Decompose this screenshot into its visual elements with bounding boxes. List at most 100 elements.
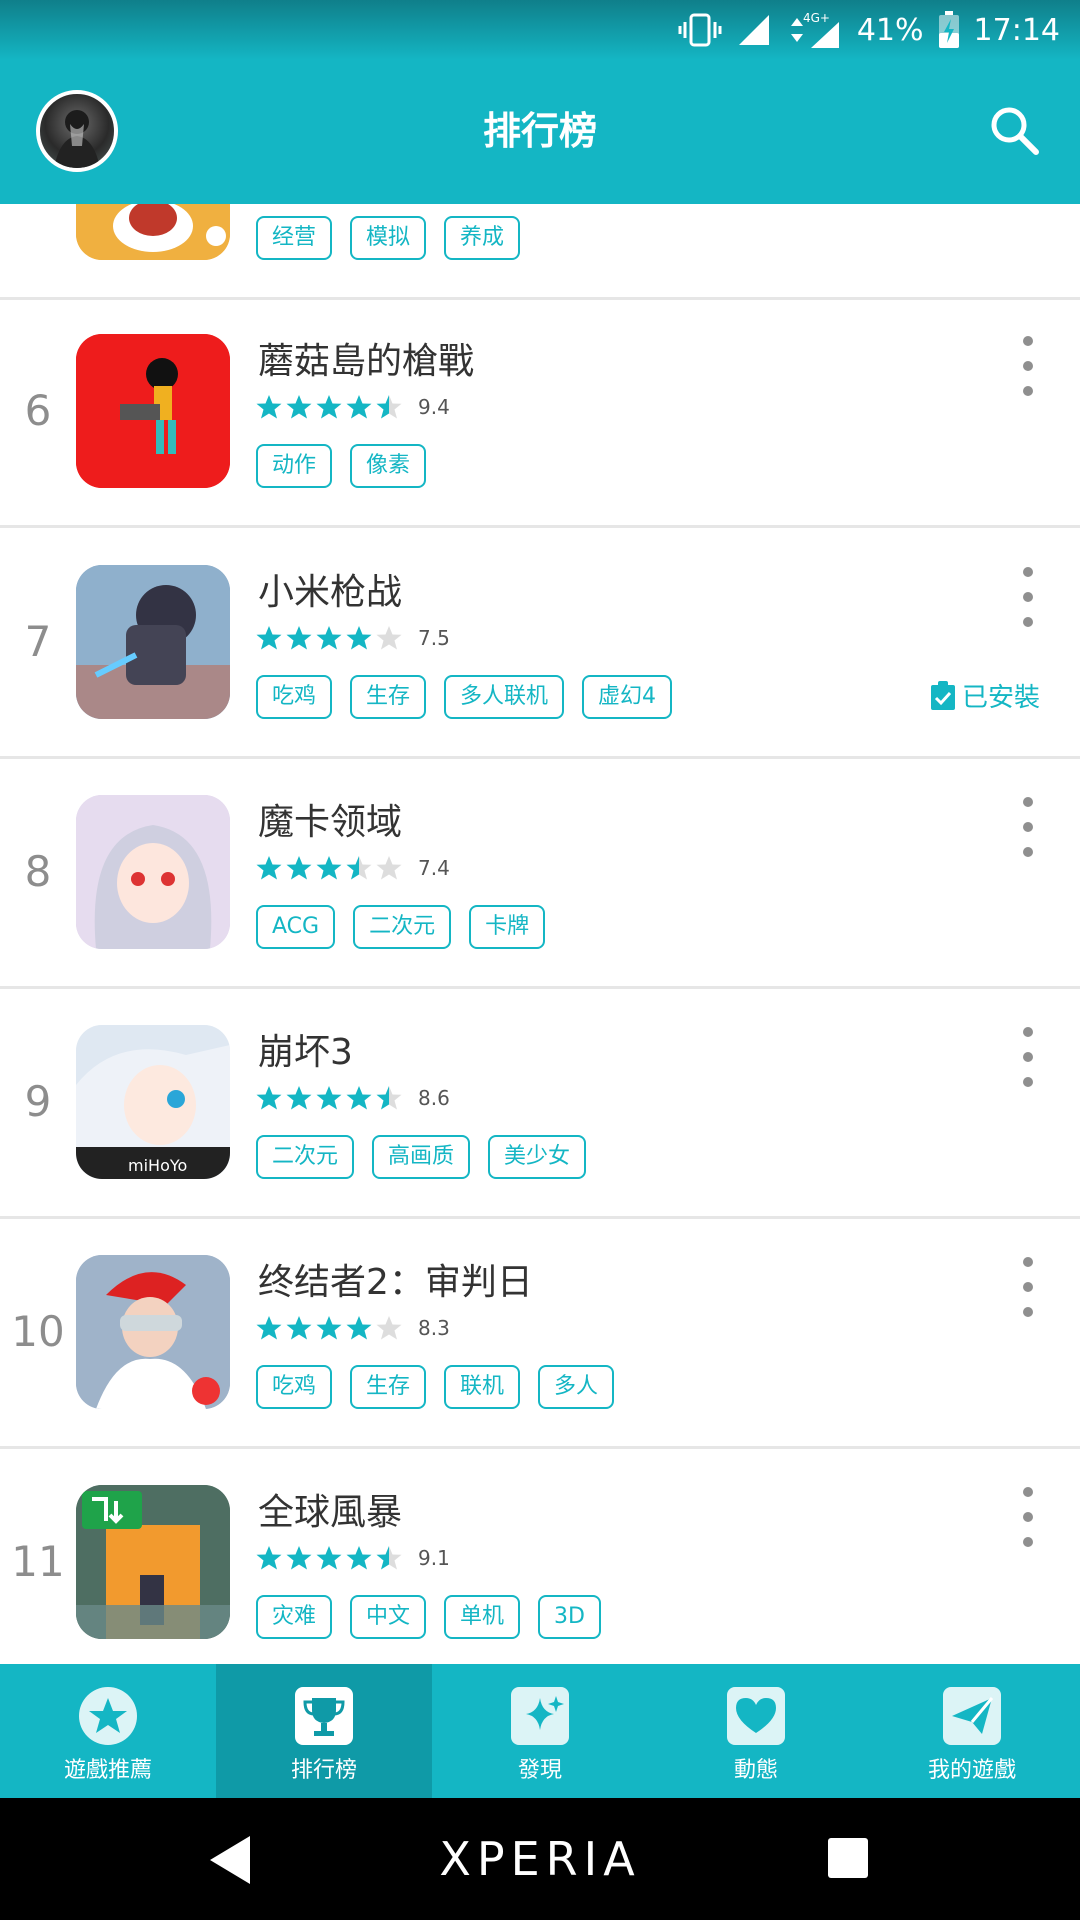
list-item[interactable]: 7 小米枪战 7.5 吃鸡 生存 多人联机 虚幻4 已安裝: [0, 531, 1080, 759]
app-bar: 排行榜: [0, 60, 1080, 204]
more-options-button[interactable]: [1016, 1257, 1040, 1317]
more-options-button[interactable]: [1016, 797, 1040, 857]
network-4g-icon: 4G+: [787, 10, 843, 50]
svg-text:4G+: 4G+: [803, 11, 830, 25]
star-icon: [376, 626, 402, 650]
nav-label: 動態: [733, 1758, 778, 1783]
tag-list: 灾难 中文 单机 3D: [256, 1595, 601, 1639]
tag-list: 经营 模拟 养成: [256, 216, 521, 260]
recent-apps-button[interactable]: [828, 1838, 868, 1878]
star-icon: [256, 1316, 282, 1340]
tag[interactable]: 多人: [538, 1365, 615, 1409]
installed-label: 已安裝: [961, 683, 1040, 713]
nav-item-activity[interactable]: 動態: [648, 1664, 864, 1798]
more-options-button[interactable]: [1016, 1487, 1040, 1547]
tag[interactable]: 美少女: [488, 1135, 587, 1179]
tag[interactable]: 中文: [350, 1595, 427, 1639]
app-name[interactable]: 小米枪战: [258, 563, 402, 615]
app-icon: [76, 204, 230, 260]
list-item[interactable]: 9 miHoYo 崩坏3 8.6 二次元 高画质 美少女: [0, 991, 1080, 1219]
tag[interactable]: 虚幻4: [582, 675, 673, 719]
app-name[interactable]: 蘑菇島的槍戰: [258, 332, 474, 384]
app-name[interactable]: 全球風暴: [258, 1483, 402, 1535]
app-name[interactable]: 崩坏3: [258, 1023, 353, 1075]
tag[interactable]: 生存: [350, 1365, 427, 1409]
nav-item-recommended[interactable]: 遊戲推薦: [0, 1664, 216, 1798]
more-options-button[interactable]: [1016, 567, 1040, 627]
tag[interactable]: 高画质: [372, 1135, 471, 1179]
star-icon: [346, 1546, 372, 1570]
paper-plane-icon: [943, 1687, 1001, 1745]
nav-item-my-games[interactable]: 我的遊戲: [864, 1664, 1080, 1798]
rank-number: 7: [24, 617, 52, 666]
tag[interactable]: 卡牌: [469, 905, 546, 949]
tag[interactable]: 动作: [256, 444, 333, 488]
star-icon: [376, 1546, 402, 1570]
star-icon: [286, 626, 312, 650]
tag[interactable]: 多人联机: [444, 675, 565, 719]
tag[interactable]: 单机: [444, 1595, 521, 1639]
ranking-list: 5 经营 模拟 养成 6 蘑菇島的槍戰 9.4 动作 像素 7 小米枪战 7.5: [0, 204, 1080, 1664]
nav-item-discover[interactable]: 發現: [432, 1664, 648, 1798]
tag-list: 二次元 高画质 美少女: [256, 1135, 587, 1179]
tag[interactable]: 二次元: [256, 1135, 355, 1179]
rating-score: 9.1: [418, 1546, 450, 1570]
list-item[interactable]: 10 终结者2：审判日 8.3 吃鸡 生存 联机 多人: [0, 1221, 1080, 1449]
nav-label: 遊戲推薦: [63, 1758, 152, 1783]
signal-icon: [737, 13, 773, 47]
list-item[interactable]: 6 蘑菇島的槍戰 9.4 动作 像素: [0, 300, 1080, 528]
tag-list: ACG 二次元 卡牌: [256, 905, 546, 949]
tag[interactable]: 经营: [256, 216, 333, 260]
app-name[interactable]: 魔卡领域: [258, 793, 402, 845]
search-button[interactable]: [988, 104, 1042, 158]
more-options-button[interactable]: [1016, 1027, 1040, 1087]
rating-stars: 8.6: [256, 1085, 450, 1111]
app-name[interactable]: 终结者2：审判日: [258, 1253, 533, 1305]
brand-logo[interactable]: XPERIA: [0, 1832, 1080, 1886]
tag[interactable]: 联机: [444, 1365, 521, 1409]
star-icon: [346, 626, 372, 650]
star-icon: [316, 856, 342, 880]
tag[interactable]: 模拟: [350, 216, 427, 260]
more-options-button[interactable]: [1016, 336, 1040, 396]
sparkle-icon: [511, 1687, 569, 1745]
star-icon: [316, 1546, 342, 1570]
star-icon: [346, 1316, 372, 1340]
rating-score: 7.5: [418, 626, 450, 650]
bottom-nav: 遊戲推薦 排行榜 發現 動態 我的遊戲: [0, 1664, 1080, 1798]
battery-charging-icon: [938, 11, 960, 49]
tag[interactable]: 像素: [350, 444, 427, 488]
list-item[interactable]: 5 经营 模拟 养成: [0, 204, 1080, 300]
clock: 17:14: [973, 12, 1060, 48]
rating-stars: 7.5: [256, 625, 450, 651]
tag-list: 吃鸡 生存 多人联机 虚幻4: [256, 675, 673, 719]
star-icon: [316, 1086, 342, 1110]
tag[interactable]: 生存: [350, 675, 427, 719]
star-icon: [316, 1316, 342, 1340]
rank-number: 9: [24, 1077, 52, 1126]
app-icon: miHoYo: [76, 1025, 230, 1179]
star-icon: [316, 395, 342, 419]
tag[interactable]: 养成: [444, 216, 521, 260]
star-icon: [376, 1086, 402, 1110]
tag[interactable]: 吃鸡: [256, 675, 333, 719]
tag[interactable]: 3D: [538, 1595, 601, 1639]
nav-item-ranking[interactable]: 排行榜: [216, 1664, 432, 1798]
svg-text:miHoYo: miHoYo: [128, 1156, 187, 1175]
star-icon: [316, 626, 342, 650]
tag[interactable]: 吃鸡: [256, 1365, 333, 1409]
search-icon: [991, 107, 1039, 155]
app-icon: [76, 334, 230, 488]
star-icon: [346, 395, 372, 419]
vibrate-icon: [677, 12, 723, 48]
tag[interactable]: 二次元: [353, 905, 452, 949]
list-item[interactable]: 11 全球風暴 9.1 灾难 中文 单机 3D: [0, 1451, 1080, 1664]
tag[interactable]: 灾难: [256, 1595, 333, 1639]
nav-label: 發現: [517, 1758, 562, 1783]
list-item[interactable]: 8 魔卡领域 7.4 ACG 二次元 卡牌: [0, 761, 1080, 989]
tag-list: 吃鸡 生存 联机 多人: [256, 1365, 615, 1409]
star-icon: [256, 1546, 282, 1570]
tag[interactable]: ACG: [256, 905, 336, 949]
star-icon: [256, 395, 282, 419]
page-title: 排行榜: [482, 109, 597, 153]
